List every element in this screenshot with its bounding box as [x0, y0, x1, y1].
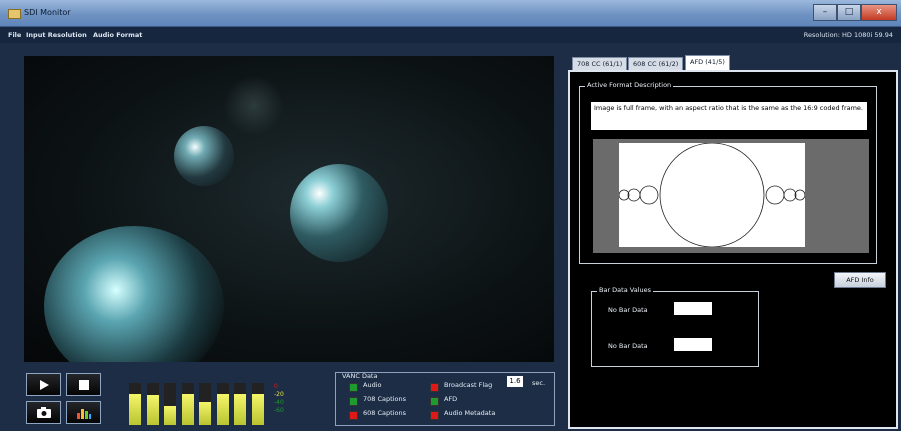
meter-scale-label: -20 — [274, 391, 284, 398]
audio-level-meter — [146, 383, 159, 425]
audio-level-meter — [181, 383, 194, 425]
broadcast-flag-status-led — [430, 383, 439, 392]
maximize-button[interactable]: □ — [837, 4, 861, 21]
afd-test-pattern-icon — [618, 142, 806, 248]
audio-meters — [129, 383, 269, 425]
play-button[interactable] — [26, 373, 61, 396]
audio-level-fill — [216, 393, 229, 425]
play-icon — [39, 379, 49, 390]
close-button[interactable]: x — [861, 4, 897, 21]
menu-audio-format[interactable]: Audio Format — [93, 31, 142, 39]
bubble-orb — [224, 76, 284, 136]
bubble-orb — [174, 126, 234, 186]
camera-icon — [36, 407, 51, 418]
menu-input-resolution[interactable]: Input Resolution — [26, 31, 87, 39]
audio-level-meter — [129, 383, 141, 425]
afd-status-led — [430, 397, 439, 406]
meter-scale-label: -40 — [274, 399, 284, 406]
audio-level-fill — [234, 393, 246, 425]
bubble-orb — [44, 226, 224, 362]
afd-frame — [618, 142, 806, 248]
afd-preview — [593, 139, 869, 253]
vanc-title: VANC Data — [342, 372, 378, 380]
broadcast-flag-label: Broadcast Flag — [444, 381, 493, 389]
audio-status-led — [349, 383, 358, 392]
afd-info-button[interactable]: AFD Info — [834, 272, 886, 288]
vanc-data-group: VANC Data Audio 708 Captions 608 Caption… — [335, 372, 555, 426]
stop-button[interactable] — [66, 373, 101, 396]
bar-data-group-label: Bar Data Values — [597, 286, 654, 294]
audio-level-fill — [251, 393, 264, 425]
bar-data-row1-label: No Bar Data — [608, 306, 648, 314]
audio-metadata-status-led — [430, 411, 439, 420]
captions-708-status-led — [349, 397, 358, 406]
meter-scale-label: -60 — [274, 407, 284, 414]
tab-708-cc[interactable]: 708 CC (61/1) — [572, 57, 628, 71]
audio-level-meter — [251, 383, 264, 425]
afd-group: Active Format Description Image is full … — [579, 81, 877, 264]
broadcast-flag-unit: sec. — [532, 379, 546, 387]
captions-608-status-led — [349, 411, 358, 420]
title-bar: SDI Monitor – □ x — [0, 0, 901, 27]
window-controls: – □ x — [813, 4, 897, 21]
stop-icon — [78, 379, 89, 390]
audio-label: Audio — [363, 381, 382, 389]
audio-level-fill — [129, 393, 141, 425]
meter-scale-label: 0 — [274, 383, 278, 390]
afd-panel: Active Format Description Image is full … — [568, 70, 898, 429]
afd-description: Image is full frame, with an aspect rati… — [591, 102, 867, 130]
app-icon — [8, 9, 21, 19]
audio-level-fill — [164, 406, 176, 425]
tab-608-cc[interactable]: 608 CC (61/2) — [628, 57, 684, 71]
audio-level-meter — [164, 383, 176, 425]
audio-meter-button[interactable] — [66, 401, 101, 424]
captions-608-label: 608 Captions — [363, 409, 406, 417]
data-panel: 708 CC (61/1) 608 CC (61/2) AFD (41/5) A… — [568, 55, 898, 429]
bar-data-row1-field[interactable] — [674, 302, 712, 315]
captions-708-label: 708 Captions — [363, 395, 406, 403]
afd-label: AFD — [444, 395, 458, 403]
window-title: SDI Monitor — [24, 8, 71, 17]
video-preview — [24, 56, 554, 362]
audio-levels-icon — [76, 408, 91, 419]
audio-level-meter — [234, 383, 246, 425]
bubble-orb — [290, 164, 388, 262]
minimize-button[interactable]: – — [813, 4, 837, 21]
afd-group-label: Active Format Description — [585, 81, 674, 89]
bar-data-row2-label: No Bar Data — [608, 342, 648, 350]
snapshot-button[interactable] — [26, 401, 61, 424]
audio-level-meter — [199, 383, 211, 425]
bar-data-group: Bar Data Values No Bar Data No Bar Data — [591, 286, 759, 367]
bar-data-row2-field[interactable] — [674, 338, 712, 351]
menu-bar: File Input Resolution Audio Format Resol… — [0, 27, 901, 43]
meter-scale: 0 -20 -40 -60 — [274, 383, 284, 415]
audio-level-fill — [146, 394, 159, 425]
audio-level-fill — [181, 393, 194, 425]
resolution-readout: Resolution: HD 1080i 59.94 — [803, 31, 893, 39]
audio-metadata-label: Audio Metadata — [444, 409, 496, 417]
audio-level-meter — [216, 383, 229, 425]
audio-level-fill — [199, 401, 211, 425]
menu-file[interactable]: File — [8, 31, 21, 39]
broadcast-flag-timeout-field[interactable]: 1.6 — [507, 376, 523, 387]
tab-afd[interactable]: AFD (41/5) — [685, 55, 730, 71]
